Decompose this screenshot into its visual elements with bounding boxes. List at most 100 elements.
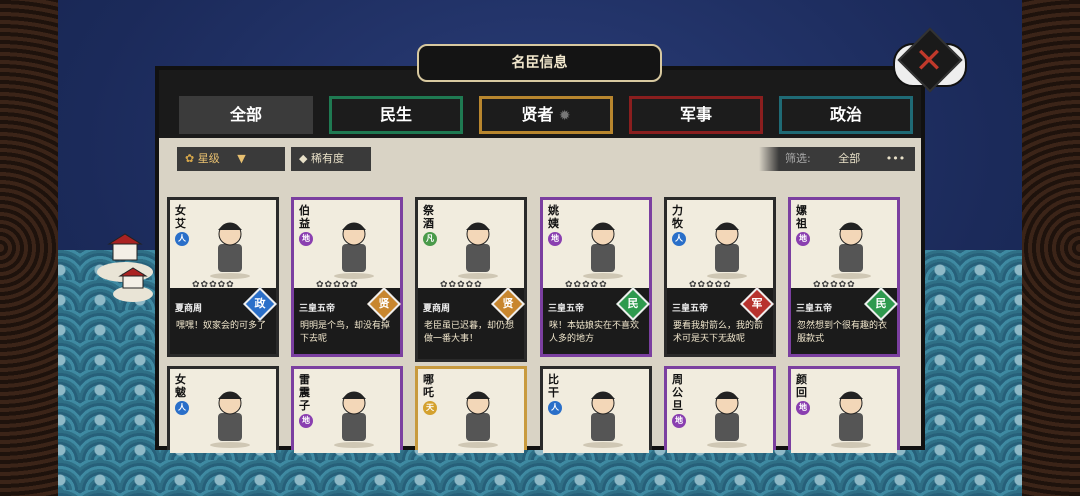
rank-badge: 地 [299,414,313,428]
minister-name: 周公旦 [672,373,683,412]
minister-card[interactable]: 力牧人 ✿✿✿✿✿ 三皇五帝 军要看我射箭么，我的箭术可是天下无敌呢 [664,197,776,357]
diamond-icon: ◆ [299,152,308,165]
minister-card[interactable]: 哪吒天 [415,366,527,453]
filter-control[interactable]: 筛选: 全部 ••• [759,147,915,171]
minister-name: 姚姨 [548,204,559,230]
tab-military[interactable]: 军事 [629,96,763,134]
minister-name: 力牧 [672,204,683,230]
minister-quote: 嘿嘿！奴家会的可多了 [176,321,267,331]
star-rating: ✿✿✿✿✿ [565,280,608,290]
card-portrait-area: 伯益地 ✿✿✿✿✿ [294,200,400,290]
era-label: 三皇五帝 [672,304,709,314]
category-badge: 政 [243,287,277,321]
tab-all[interactable]: 全部 [179,96,313,134]
card-portrait-area: 嫘祖地 ✿✿✿✿✿ [791,200,897,290]
rank-badge: 人 [175,232,189,246]
left-decorative-border [0,0,58,496]
category-badge: 民 [616,287,650,321]
minister-name: 祭酒 [423,204,434,230]
star-rating: ✿✿✿✿✿ [440,280,483,290]
character-portrait [707,391,747,448]
card-portrait-area: 周公旦地 [667,369,773,453]
floating-island-building [97,233,153,302]
minister-card[interactable]: 嫘祖地 ✿✿✿✿✿ 三皇五帝 民忽然想到个很有趣的衣服款式 [788,197,900,357]
minister-quote: 咪！本姑娘实在不喜欢人多的地方 [549,321,640,344]
minister-quote: 要看我射箭么，我的箭术可是天下无敌呢 [673,321,764,344]
minister-quote: 忽然想到个很有趣的衣服款式 [797,321,888,344]
character-portrait [210,391,250,448]
category-badge: 贤 [491,287,525,321]
card-portrait-area: 祭酒凡 ✿✿✿✿✿ [418,200,524,290]
tab-livelihood[interactable]: 民生 [329,96,463,134]
card-portrait-area: 姚姨地 ✿✿✿✿✿ [543,200,649,290]
character-portrait [583,391,623,448]
star-rating: ✿✿✿✿✿ [316,280,359,290]
card-portrait-area: 力牧人 ✿✿✿✿✿ [667,200,773,290]
minister-name: 哪吒 [423,373,434,399]
rank-badge: 地 [548,232,562,246]
rank-badge: 地 [796,401,810,415]
minister-quote: 明明是个鸟，却没有掉下去呢 [300,321,391,344]
card-portrait-area: 女魃人 [170,369,276,453]
rank-badge: 地 [672,414,686,428]
minister-name: 伯益 [299,204,310,230]
rank-badge: 人 [672,232,686,246]
tab-politics[interactable]: 政治 [779,96,913,134]
card-portrait-area: 颜回地 [791,369,897,453]
card-portrait-area: 雷震子地 [294,369,400,453]
rank-badge: 人 [548,401,562,415]
close-button[interactable]: ✕ [893,27,967,93]
right-decorative-border [1022,0,1080,496]
minister-name: 比干 [548,373,559,399]
era-label: 三皇五帝 [796,304,833,314]
rank-badge: 地 [796,232,810,246]
character-portrait [707,222,747,279]
star-rating: ✿✿✿✿✿ [813,280,856,290]
era-label: 夏商周 [175,304,203,314]
rank-badge: 地 [299,232,313,246]
chevron-down-icon: ▼ [237,152,246,165]
star-rating: ✿✿✿✿✿ [192,280,235,290]
minister-card[interactable]: 雷震子地 [291,366,403,453]
star-rating: ✿✿✿✿✿ [689,280,732,290]
character-portrait [334,222,374,279]
minister-name: 女魃 [175,373,186,399]
minister-quote: 老臣虽已迟暮，却仍想做一番大事！ [424,321,515,344]
minister-card[interactable]: 伯益地 ✿✿✿✿✿ 三皇五帝 贤明明是个鸟，却没有掉下去呢 [291,197,403,357]
character-portrait [458,391,498,448]
era-label: 夏商周 [423,304,451,314]
card-portrait-area: 哪吒天 [418,369,524,453]
tab-sage[interactable]: 贤者 ✹ [479,96,613,134]
minister-card[interactable]: 颜回地 [788,366,900,453]
category-badge: 贤 [367,287,401,321]
sort-star-dropdown[interactable]: ✿ 星级 ▼ [177,147,285,171]
minister-card[interactable]: 周公旦地 [664,366,776,453]
category-badge: 民 [864,287,898,321]
minister-card[interactable]: 女魃人 [167,366,279,453]
page-title: 名臣信息 [417,44,662,82]
minister-name: 嫘祖 [796,204,807,230]
card-portrait-area: 比干人 [543,369,649,453]
gear-icon: ✹ [558,108,571,124]
category-badge: 军 [740,287,774,321]
flower-icon: ✿ [185,152,195,165]
rank-badge: 凡 [423,232,437,246]
minister-card[interactable]: 比干人 [540,366,652,453]
sort-rarity-button[interactable]: ◆ 稀有度 [291,147,371,171]
minister-name: 女艾 [175,204,186,230]
minister-name: 雷震子 [299,373,310,412]
character-portrait [334,391,374,448]
era-label: 三皇五帝 [548,304,585,314]
card-portrait-area: 女艾人 ✿✿✿✿✿ [170,200,276,290]
minister-card[interactable]: 姚姨地 ✿✿✿✿✿ 三皇五帝 民咪！本姑娘实在不喜欢人多的地方 [540,197,652,357]
character-portrait [831,222,871,279]
character-portrait [458,222,498,279]
close-x-icon: ✕ [914,41,944,81]
sort-filter-bar: ✿ 星级 ▼ ◆ 稀有度 筛选: 全部 ••• [159,138,921,172]
more-icon[interactable]: ••• [886,152,905,165]
character-portrait [583,222,623,279]
rank-badge: 天 [423,401,437,415]
minister-card[interactable]: 祭酒凡 ✿✿✿✿✿ 夏商周 贤老臣虽已迟暮，却仍想做一番大事！ [415,197,527,362]
minister-card[interactable]: 女艾人 ✿✿✿✿✿ 夏商周 政嘿嘿！奴家会的可多了 [167,197,279,357]
character-portrait [831,391,871,448]
